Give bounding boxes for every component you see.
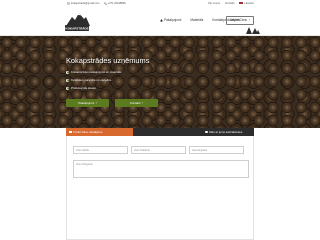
tab-label: Mēs ar jums sazināsimies [209,130,243,134]
name-field[interactable]: Jūsu Vārds [73,146,128,154]
tab-empty [133,128,194,136]
ask-price-button[interactable]: Jautāt Cenu › [226,15,254,25]
top-link-about[interactable]: Par mums [208,2,220,5]
feature-text: Kokapstrādes pakalpojumi un materiāls [71,70,122,74]
top-bar: kokapstrade@gmail.com +371 26348899 Par … [0,0,320,8]
list-item: Profesionāla pieeja [66,84,121,92]
check-icon [66,86,69,90]
checkbox-icon [69,130,72,134]
name-placeholder: Jūsu Vārds [76,148,89,152]
phone-icon [103,1,107,5]
language-switch[interactable]: Latviešu [239,2,254,5]
list-item: Kokapstrādes pakalpojumi un materiāls [66,68,121,76]
tab-callback[interactable]: Mēs ar jums sazināsimies [193,128,254,136]
flag-icon [239,1,244,5]
contact-form: Jūsu Vārds Jūsu Telefons Jūsu E-pasts Jū… [66,136,254,240]
home-icon [160,18,163,22]
check-icon [66,78,69,82]
tab-label: Uzdot Savu Jautājumu [73,130,103,134]
logo-text: KOKAPSTRĀDE [65,26,88,30]
phone-placeholder: Jūsu Telefons [134,148,150,152]
hero-title: Kokapstrādes uzņēmums [66,56,150,65]
tab-ask-question[interactable]: Uzdot Savu Jautājumu [66,128,133,136]
arrow-right-icon: › [95,101,97,105]
logo-mountain-icon[interactable]: KOKAPSTRĀDE [63,9,91,35]
hero-overlay [0,36,320,128]
nav-item-material[interactable]: Materiāls [190,18,203,22]
clock-icon [204,130,208,134]
nav-item-services[interactable]: Pakalpojumi [160,18,181,22]
feature-text: Kvalitātes garantija un pieredze [71,78,112,82]
language-label: Latviešu [244,1,254,5]
phone-text: +371 26348899 [107,1,126,5]
ask-price-label: Jautāt Cenu [230,18,248,22]
contacts-button-label: Kontakti [129,101,141,105]
form-tabs: Uzdot Savu Jautājumu Mēs ar jums sazinās… [66,128,254,136]
feature-list: Kokapstrādes pakalpojumi un materiāls Kv… [66,68,121,92]
phone-link[interactable]: +371 26348899 [103,1,126,5]
services-button-label: Pakalpojumi [78,101,95,105]
contacts-button[interactable]: Kontakti › [115,99,158,107]
check-icon [66,70,69,74]
envelope-icon [67,2,70,4]
services-button[interactable]: Pakalpojumi › [66,99,109,107]
message-placeholder: Jūsu Ziņojums [76,163,93,166]
phone-field[interactable]: Jūsu Telefons [131,146,186,154]
top-link-contacts[interactable]: Kontakti [225,2,234,5]
nav-label-services: Pakalpojumi [164,18,182,22]
tree-icon [246,27,260,34]
arrow-right-icon: › [141,101,143,105]
feature-text: Profesionāla pieeja [71,86,96,90]
email-field[interactable]: Jūsu E-pasts [189,146,244,154]
message-field[interactable]: Jūsu Ziņojums [73,160,249,178]
chevron-right-icon: › [248,18,250,22]
email-text: kokapstrade@gmail.com [71,1,100,5]
list-item: Kvalitātes garantija un pieredze [66,76,121,84]
email-link[interactable]: kokapstrade@gmail.com [67,2,100,5]
site-header: KOKAPSTRĀDE Pakalpojumi Materiāls Kontak… [0,8,320,36]
hero-banner: Kokapstrādes uzņēmums Kokapstrādes pakal… [0,36,320,128]
email-placeholder: Jūsu E-pasts [192,148,207,152]
